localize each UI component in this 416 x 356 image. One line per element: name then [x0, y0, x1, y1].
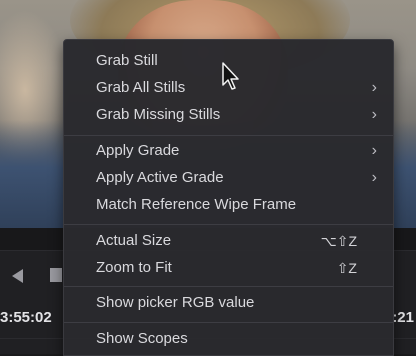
menu-item-label: Match Reference Wipe Frame: [96, 196, 297, 213]
menu-item-label: Show picker RGB value: [96, 294, 255, 311]
menu-item-show-picker-rgb-value[interactable]: Show picker RGB value: [64, 290, 393, 317]
stop-button[interactable]: [50, 268, 62, 282]
timecode-right: :21: [392, 309, 414, 326]
menu-divider: [64, 322, 393, 323]
chevron-right-icon: ›: [371, 106, 377, 123]
menu-item-label: Apply Grade: [96, 142, 180, 159]
menu-item-show-scopes[interactable]: Show Scopes: [64, 326, 393, 353]
chevron-right-icon: ›: [371, 142, 377, 159]
menu-item-grab-missing-stills[interactable]: Grab Missing Stills ›: [64, 102, 393, 129]
menu-item-zoom-to-fit[interactable]: Zoom to Fit ⇧Z: [64, 255, 393, 282]
chevron-right-icon: ›: [371, 169, 377, 186]
shortcut-label: ⇧Z: [336, 260, 357, 276]
play-reverse-button[interactable]: [8, 267, 26, 285]
menu-item-label: Grab All Stills: [96, 79, 186, 96]
timecode-left: 3:55:02: [0, 309, 52, 326]
menu-item-label: Show Scopes: [96, 330, 188, 347]
menu-item-label: Zoom to Fit: [96, 259, 172, 276]
menu-item-apply-grade[interactable]: Apply Grade ›: [64, 138, 393, 165]
chevron-right-icon: ›: [371, 79, 377, 96]
menu-item-label: Grab Still: [96, 52, 158, 69]
shortcut-label: ⌥⇧Z: [320, 233, 357, 249]
menu-item-label: Grab Missing Stills: [96, 106, 221, 123]
menu-item-label: Actual Size: [96, 232, 172, 249]
menu-divider: [64, 224, 393, 225]
menu-item-actual-size[interactable]: Actual Size ⌥⇧Z: [64, 228, 393, 255]
mouse-pointer-icon: [222, 62, 239, 90]
menu-item-label: Apply Active Grade: [96, 169, 224, 186]
play-reverse-icon: [11, 269, 23, 283]
menu-item-match-reference-wipe-frame[interactable]: Match Reference Wipe Frame: [64, 192, 393, 219]
menu-divider: [64, 135, 393, 136]
menu-divider: [64, 286, 393, 287]
menu-item-apply-active-grade[interactable]: Apply Active Grade ›: [64, 165, 393, 192]
